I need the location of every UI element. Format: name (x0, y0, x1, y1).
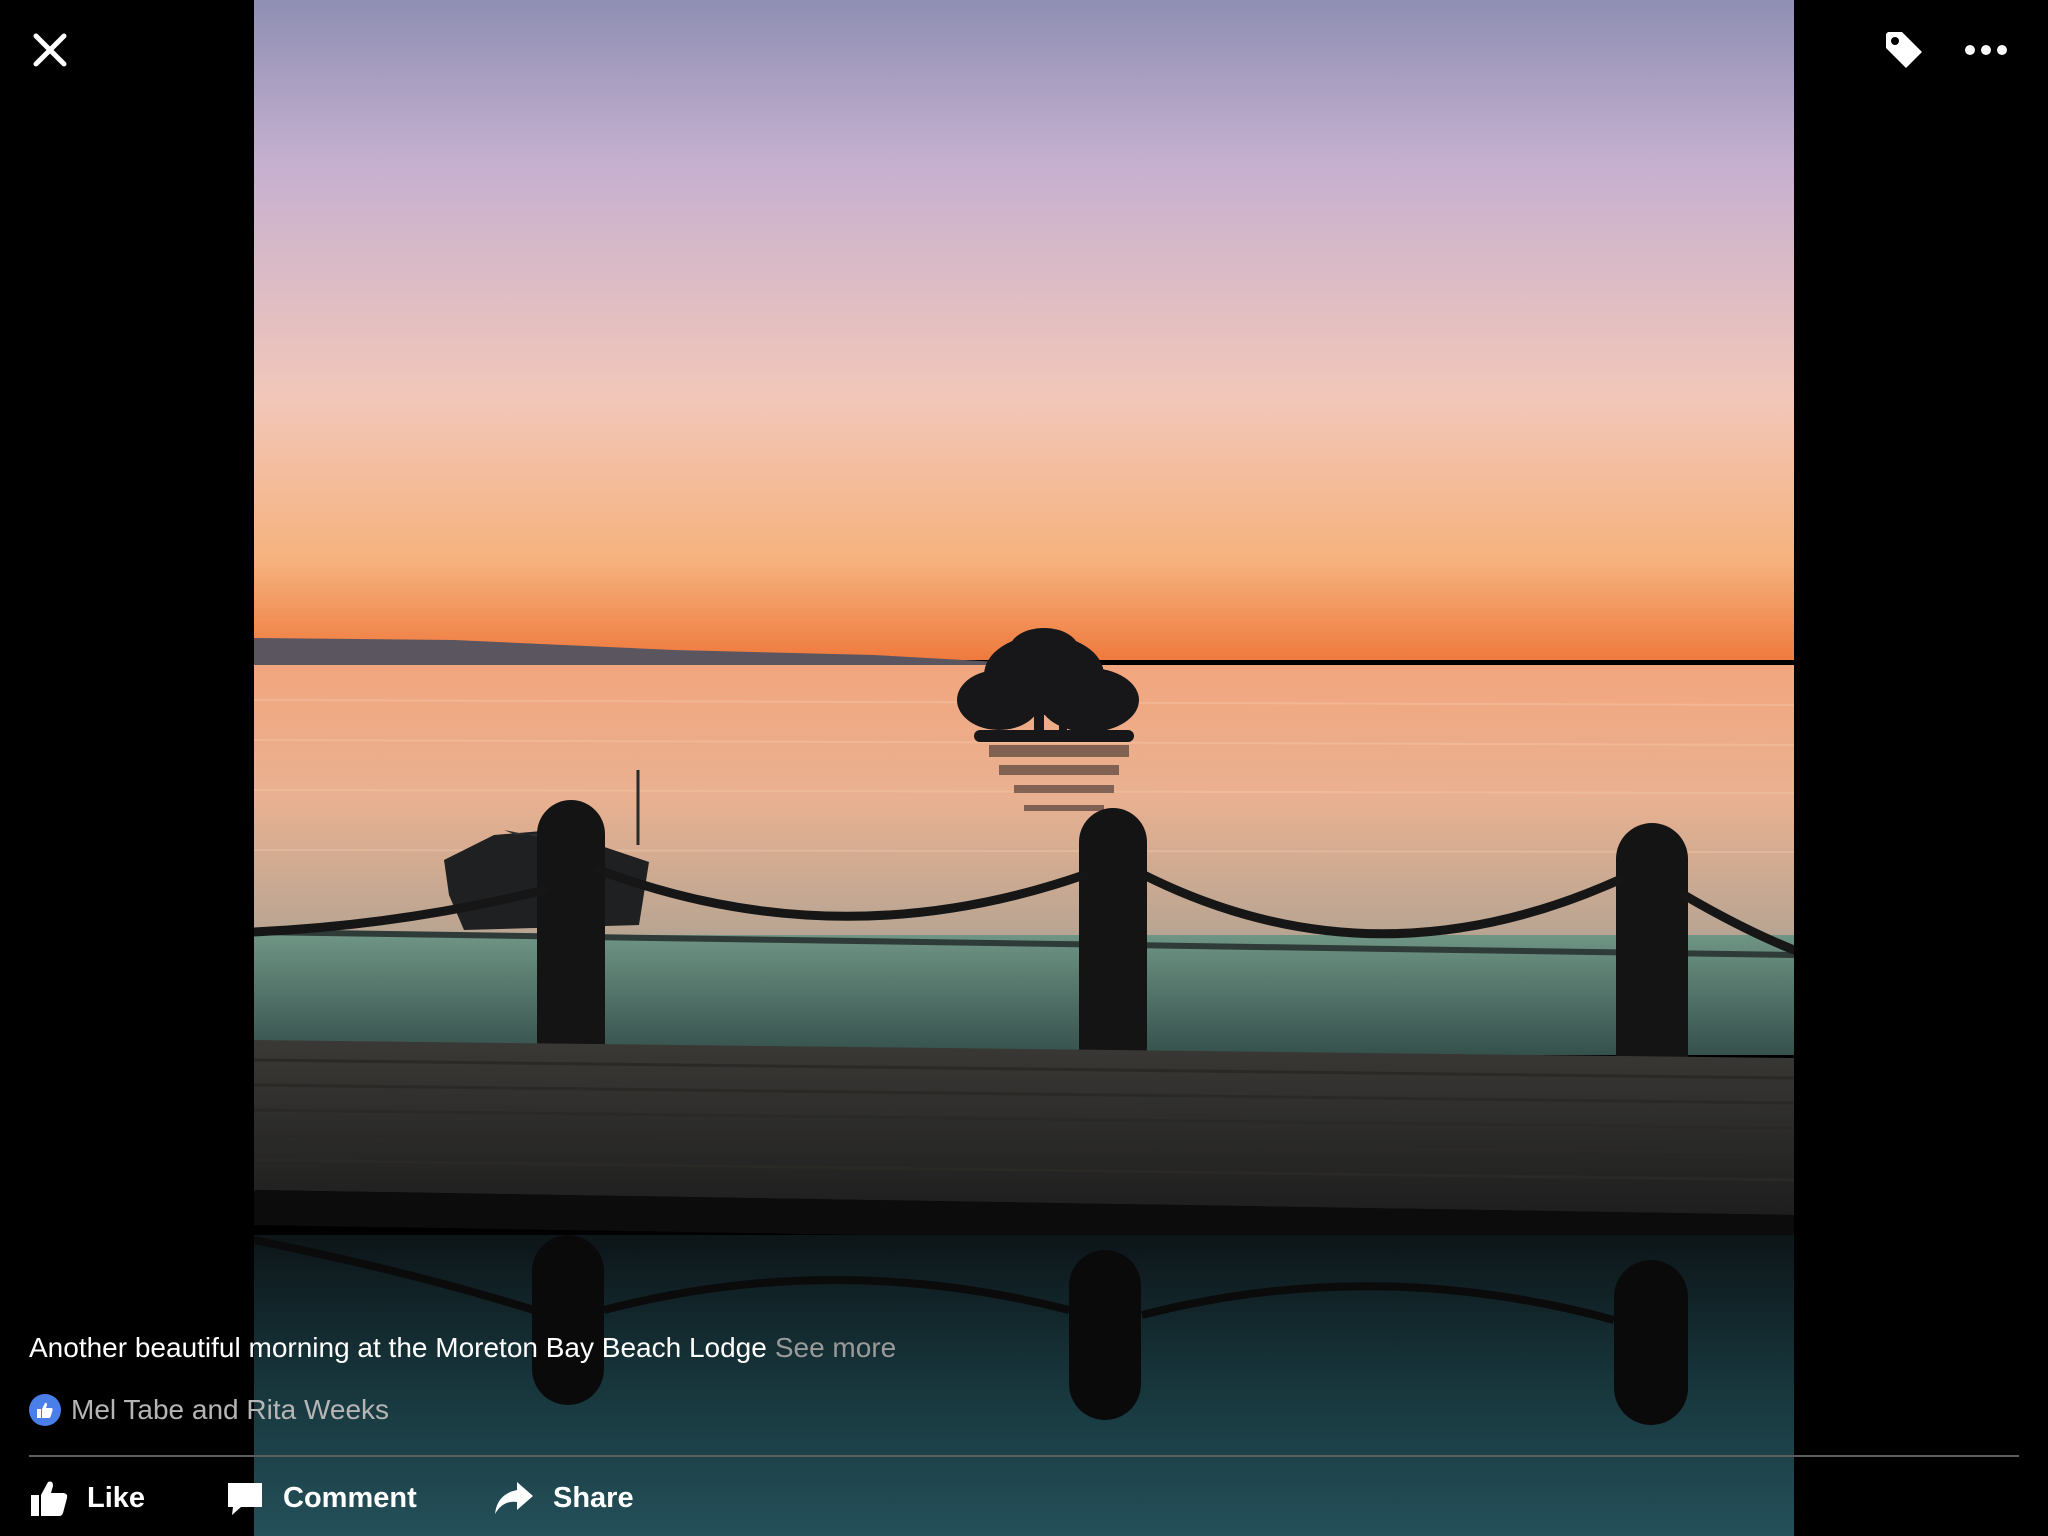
thumbs-up-icon (29, 1394, 61, 1426)
comment-label: Comment (283, 1481, 417, 1514)
divider (29, 1455, 2019, 1457)
action-bar: Like Comment Share (29, 1470, 634, 1526)
tag-photo-button[interactable] (1876, 22, 1932, 78)
photo-caption: Another beautiful morning at the Moreton… (29, 1330, 1429, 1366)
share-icon (493, 1478, 535, 1518)
photo-viewer: Another beautiful morning at the Moreton… (0, 0, 2048, 1536)
sunset-photo-graphic (254, 0, 1794, 1536)
comment-icon (225, 1478, 265, 1518)
post-photo[interactable] (254, 0, 1794, 1536)
more-options-button[interactable] (1958, 22, 2014, 78)
reaction-names: Mel Tabe and Rita Weeks (71, 1394, 390, 1425)
more-options-icon (1965, 45, 2007, 55)
share-button[interactable]: Share (493, 1478, 634, 1518)
tag-icon (1886, 32, 1922, 68)
caption-text: Another beautiful morning at the Moreton… (29, 1332, 767, 1363)
reactions-summary[interactable]: Mel Tabe and Rita Weeks (29, 1392, 389, 1428)
like-label: Like (87, 1481, 146, 1514)
see-more-link[interactable]: See more (775, 1332, 896, 1363)
close-button[interactable] (22, 22, 78, 78)
close-icon (33, 33, 67, 67)
like-button[interactable]: Like (29, 1478, 225, 1518)
like-icon (29, 1478, 69, 1518)
share-label: Share (553, 1481, 634, 1514)
comment-button[interactable]: Comment (225, 1478, 493, 1518)
